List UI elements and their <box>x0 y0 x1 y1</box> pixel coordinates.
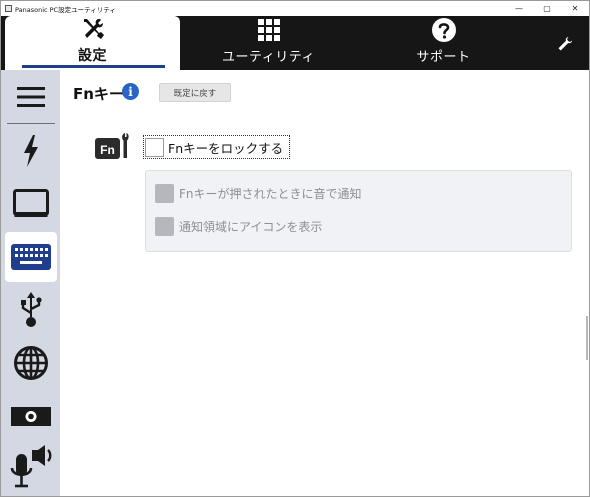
maximize-button[interactable]: ▢ <box>533 1 561 16</box>
usb-icon <box>21 292 42 327</box>
menu-icon <box>17 87 45 107</box>
tray-icon-label: 通知領域にアイコンを表示 <box>179 220 323 234</box>
sidebar-item-display[interactable] <box>5 179 57 229</box>
wrench-icon[interactable] <box>555 34 575 54</box>
question-icon <box>431 17 457 43</box>
lightning-icon <box>24 135 38 167</box>
tab-settings-label: 設定 <box>78 48 107 64</box>
fn-key-icon: Fn <box>95 133 129 159</box>
sidebar-item-camera[interactable] <box>5 391 57 441</box>
sidebar <box>1 70 60 496</box>
audio-icon <box>10 445 52 488</box>
top-navigation: 設定 ユーティリティ サポート <box>1 16 589 70</box>
sound-notify-label: Fnキーが押されたときに音で通知 <box>179 187 362 201</box>
tab-support[interactable]: サポート <box>356 16 531 70</box>
grid-icon <box>256 17 282 43</box>
sidebar-divider <box>7 123 55 124</box>
keyboard-icon <box>11 244 51 270</box>
tools-icon <box>80 16 106 42</box>
fn-lock-option[interactable]: Fnキーをロックする <box>143 135 291 159</box>
main-panel: Fnキー i 既定に戻す Fn Fnキーをロックする Fnキーが押されたときに音… <box>60 70 589 496</box>
window-title: Panasonic PC設定ユーティリティ <box>15 5 116 14</box>
app-window: Panasonic PC設定ユーティリティ — ▢ ✕ 設定 ユーティリティ サ… <box>0 0 590 497</box>
camera-icon <box>11 407 51 426</box>
page-title: Fnキー <box>73 85 124 103</box>
sidebar-item-network[interactable] <box>5 338 57 388</box>
sidebar-item-audio[interactable] <box>5 444 57 494</box>
tab-support-label: サポート <box>416 50 471 65</box>
sidebar-item-usb[interactable] <box>5 285 57 335</box>
tab-settings[interactable]: 設定 <box>5 16 180 70</box>
fn-lock-checkbox[interactable] <box>145 137 164 157</box>
close-button[interactable]: ✕ <box>561 1 589 16</box>
info-icon[interactable]: i <box>122 83 139 100</box>
tab-utility-label: ユーティリティ <box>222 50 315 65</box>
fn-lock-label: Fnキーをロックする <box>168 140 284 156</box>
sound-notify-checkbox[interactable] <box>155 184 174 203</box>
tab-utility[interactable]: ユーティリティ <box>181 16 356 70</box>
active-tab-indicator <box>22 65 165 68</box>
display-icon <box>13 189 49 217</box>
tray-icon-checkbox[interactable] <box>155 217 174 236</box>
minimize-button[interactable]: — <box>505 1 533 16</box>
sidebar-item-power[interactable] <box>5 126 57 176</box>
fn-logo-text: Fn <box>100 143 115 157</box>
sidebar-item-menu[interactable] <box>5 72 57 122</box>
reset-defaults-button[interactable]: 既定に戻す <box>159 83 231 102</box>
globe-icon <box>14 346 48 380</box>
app-icon <box>5 5 12 12</box>
sidebar-item-keyboard[interactable] <box>5 232 57 282</box>
sound-notify-option[interactable]: Fnキーが押されたときに音で通知 <box>155 184 362 203</box>
scrollbar[interactable] <box>586 316 588 360</box>
tray-icon-option[interactable]: 通知領域にアイコンを表示 <box>155 217 322 236</box>
title-bar: Panasonic PC設定ユーティリティ — ▢ ✕ <box>1 1 589 16</box>
fn-sub-options-panel: Fnキーが押されたときに音で通知 通知領域にアイコンを表示 <box>145 170 572 252</box>
window-controls: — ▢ ✕ <box>505 1 589 16</box>
